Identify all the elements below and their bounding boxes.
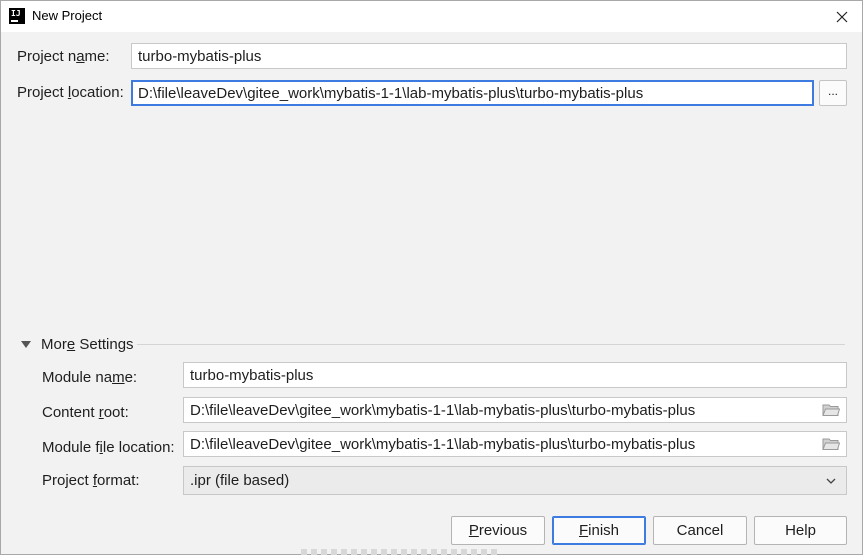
- module-name-value: turbo-mybatis-plus: [190, 366, 314, 384]
- project-location-value: D:\file\leaveDev\gitee_work\mybatis-1-1\…: [138, 84, 644, 102]
- project-format-select[interactable]: .ipr (file based): [183, 466, 847, 495]
- folder-icon[interactable]: [822, 437, 840, 451]
- module-name-input[interactable]: turbo-mybatis-plus: [183, 362, 847, 388]
- module-file-location-label: Module file location:: [42, 439, 175, 456]
- chevron-down-icon: [826, 478, 836, 484]
- project-format-value: .ipr (file based): [190, 472, 290, 489]
- browse-location-button[interactable]: ...: [819, 80, 847, 106]
- intellij-app-icon: IJ: [9, 8, 25, 24]
- content-root-value: D:\file\leaveDev\gitee_work\mybatis-1-1\…: [190, 401, 696, 419]
- close-icon: [836, 11, 848, 22]
- module-file-location-input[interactable]: D:\file\leaveDev\gitee_work\mybatis-1-1\…: [183, 431, 847, 457]
- more-settings-divider: [137, 344, 845, 345]
- help-button[interactable]: Help: [754, 516, 847, 545]
- project-name-value: turbo-mybatis-plus: [138, 47, 262, 65]
- project-location-label: Project location:: [17, 84, 124, 101]
- finish-button[interactable]: Finish: [552, 516, 646, 545]
- close-button[interactable]: [822, 1, 862, 32]
- cancel-button[interactable]: Cancel: [653, 516, 747, 545]
- project-location-input[interactable]: D:\file\leaveDev\gitee_work\mybatis-1-1\…: [131, 80, 814, 106]
- project-format-label: Project format:: [42, 472, 140, 489]
- window-title: New Project: [32, 8, 103, 23]
- project-name-input[interactable]: turbo-mybatis-plus: [131, 43, 847, 69]
- more-settings-toggle[interactable]: More Settings: [21, 335, 134, 353]
- content-root-label: Content root:: [42, 404, 129, 421]
- title-bar: IJ New Project: [1, 1, 862, 32]
- app-icon-text: IJ: [11, 9, 21, 18]
- module-file-location-value: D:\file\leaveDev\gitee_work\mybatis-1-1\…: [190, 435, 696, 453]
- previous-button[interactable]: Previous: [451, 516, 545, 545]
- module-name-label: Module name:: [42, 369, 138, 386]
- content-root-input[interactable]: D:\file\leaveDev\gitee_work\mybatis-1-1\…: [183, 397, 847, 423]
- collapse-triangle-icon: [21, 341, 31, 348]
- project-name-label: Project name:: [17, 48, 110, 65]
- folder-icon[interactable]: [822, 403, 840, 417]
- new-project-dialog: IJ New Project Project name: turbo-mybat…: [0, 0, 863, 555]
- background-window-edge: [301, 549, 501, 555]
- more-settings-label: More Settings: [41, 335, 134, 353]
